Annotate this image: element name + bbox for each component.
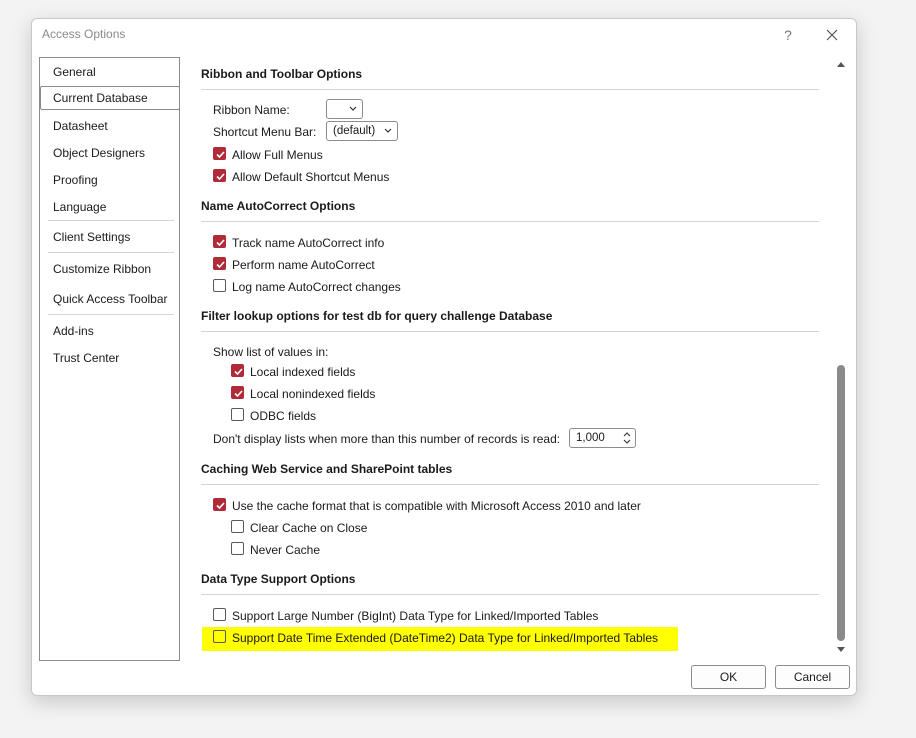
section-title-filter: Filter lookup options for test db for qu… [201,309,553,323]
sidebar-divider [48,220,174,221]
allow-full-menus-label: Allow Full Menus [232,147,323,162]
help-button[interactable]: ? [778,25,798,45]
checkbox-unchecked-icon[interactable] [213,279,226,292]
sidebar-item-trust-center[interactable]: Trust Center [40,346,179,370]
sidebar-item-current-database[interactable]: Current Database [40,86,180,110]
local-indexed-option[interactable]: Local indexed fields [231,363,355,380]
checkbox-checked-icon[interactable] [213,235,226,248]
checkbox-checked-icon[interactable] [213,257,226,270]
cancel-button[interactable]: Cancel [775,665,850,689]
bigint-support-option[interactable]: Support Large Number (BigInt) Data Type … [213,607,598,624]
checkbox-checked-icon[interactable] [213,498,226,511]
local-nonindexed-label: Local nonindexed fields [250,386,376,401]
clear-cache-label: Clear Cache on Close [250,520,368,535]
content-scrollbar[interactable] [834,57,848,661]
never-cache-option[interactable]: Never Cache [231,541,320,558]
chevron-down-icon [384,128,392,133]
sidebar-item-language[interactable]: Language [40,195,179,219]
records-limit-label: Don't display lists when more than this … [213,432,561,446]
track-autocorrect-option[interactable]: Track name AutoCorrect info [213,234,384,251]
section-title-caching: Caching Web Service and SharePoint table… [201,462,453,476]
scroll-thumb[interactable] [837,365,845,641]
datetime2-support-option[interactable]: Support Date Time Extended (DateTime2) D… [213,629,658,646]
shortcut-menu-label: Shortcut Menu Bar: [213,125,317,139]
checkbox-unchecked-icon[interactable] [231,408,244,421]
records-limit-spinner[interactable]: 1,000 [569,428,636,448]
sidebar-item-general[interactable]: General [40,60,179,84]
sidebar-item-customize-ribbon[interactable]: Customize Ribbon [40,257,179,281]
checkbox-checked-icon[interactable] [231,386,244,399]
checkbox-unchecked-icon[interactable] [231,520,244,533]
section-divider [201,221,819,222]
scroll-up-arrow-icon[interactable] [836,60,846,68]
checkbox-checked-icon[interactable] [213,147,226,160]
sidebar-item-client-settings[interactable]: Client Settings [40,225,179,249]
log-autocorrect-option[interactable]: Log name AutoCorrect changes [213,278,401,295]
options-sidebar: General Current Database Datasheet Objec… [39,57,180,661]
clear-cache-option[interactable]: Clear Cache on Close [231,519,367,536]
sidebar-item-quick-access-toolbar[interactable]: Quick Access Toolbar [40,287,179,311]
checkbox-unchecked-icon[interactable] [213,608,226,621]
scroll-down-arrow-icon[interactable] [836,646,846,654]
sidebar-item-proofing[interactable]: Proofing [40,168,179,192]
track-autocorrect-label: Track name AutoCorrect info [232,235,385,250]
log-autocorrect-label: Log name AutoCorrect changes [232,279,401,294]
allow-default-shortcut-option[interactable]: Allow Default Shortcut Menus [213,168,389,185]
section-divider [201,594,819,595]
section-title-datatype: Data Type Support Options [201,572,356,586]
perform-autocorrect-option[interactable]: Perform name AutoCorrect [213,256,375,273]
close-icon [826,29,838,41]
checkbox-checked-icon[interactable] [231,364,244,377]
shortcut-menu-combo[interactable]: (default) [326,121,398,141]
odbc-fields-label: ODBC fields [250,408,317,423]
bigint-support-label: Support Large Number (BigInt) Data Type … [232,608,599,623]
chevron-down-icon [349,106,357,111]
allow-default-shortcut-label: Allow Default Shortcut Menus [232,169,390,184]
ribbon-name-combo[interactable] [326,99,363,119]
allow-full-menus-option[interactable]: Allow Full Menus [213,146,323,163]
spinner-arrows-icon[interactable] [623,431,631,445]
local-indexed-label: Local indexed fields [250,364,356,379]
checkbox-checked-icon[interactable] [213,169,226,182]
shortcut-menu-value: (default) [333,125,376,137]
close-button[interactable] [822,25,842,45]
section-title-ribbon: Ribbon and Toolbar Options [201,67,363,81]
access-options-dialog: Access Options ? General Current Databas… [31,18,857,696]
sidebar-divider [48,252,174,253]
sidebar-item-add-ins[interactable]: Add-ins [40,319,179,343]
sidebar-item-object-designers[interactable]: Object Designers [40,141,179,165]
never-cache-label: Never Cache [250,542,321,557]
records-limit-value: 1,000 [576,432,605,444]
show-list-label: Show list of values in: [213,345,329,359]
section-divider [201,331,819,332]
ribbon-name-label: Ribbon Name: [213,103,290,117]
sidebar-item-datasheet[interactable]: Datasheet [40,114,179,138]
checkbox-unchecked-icon[interactable] [213,630,226,643]
perform-autocorrect-label: Perform name AutoCorrect [232,257,375,272]
checkbox-unchecked-icon[interactable] [231,542,244,555]
local-nonindexed-option[interactable]: Local nonindexed fields [231,385,375,402]
odbc-fields-option[interactable]: ODBC fields [231,407,316,424]
section-divider [201,484,819,485]
section-title-autocorrect: Name AutoCorrect Options [201,199,356,213]
dialog-title: Access Options [42,27,126,41]
use-cache-format-option[interactable]: Use the cache format that is compatible … [213,497,641,514]
datetime2-support-label: Support Date Time Extended (DateTime2) D… [232,630,658,645]
section-divider [201,89,819,90]
sidebar-divider [48,314,174,315]
ok-button[interactable]: OK [691,665,766,689]
options-content: Ribbon and Toolbar Options Ribbon Name: … [200,57,820,661]
use-cache-format-label: Use the cache format that is compatible … [232,498,641,513]
